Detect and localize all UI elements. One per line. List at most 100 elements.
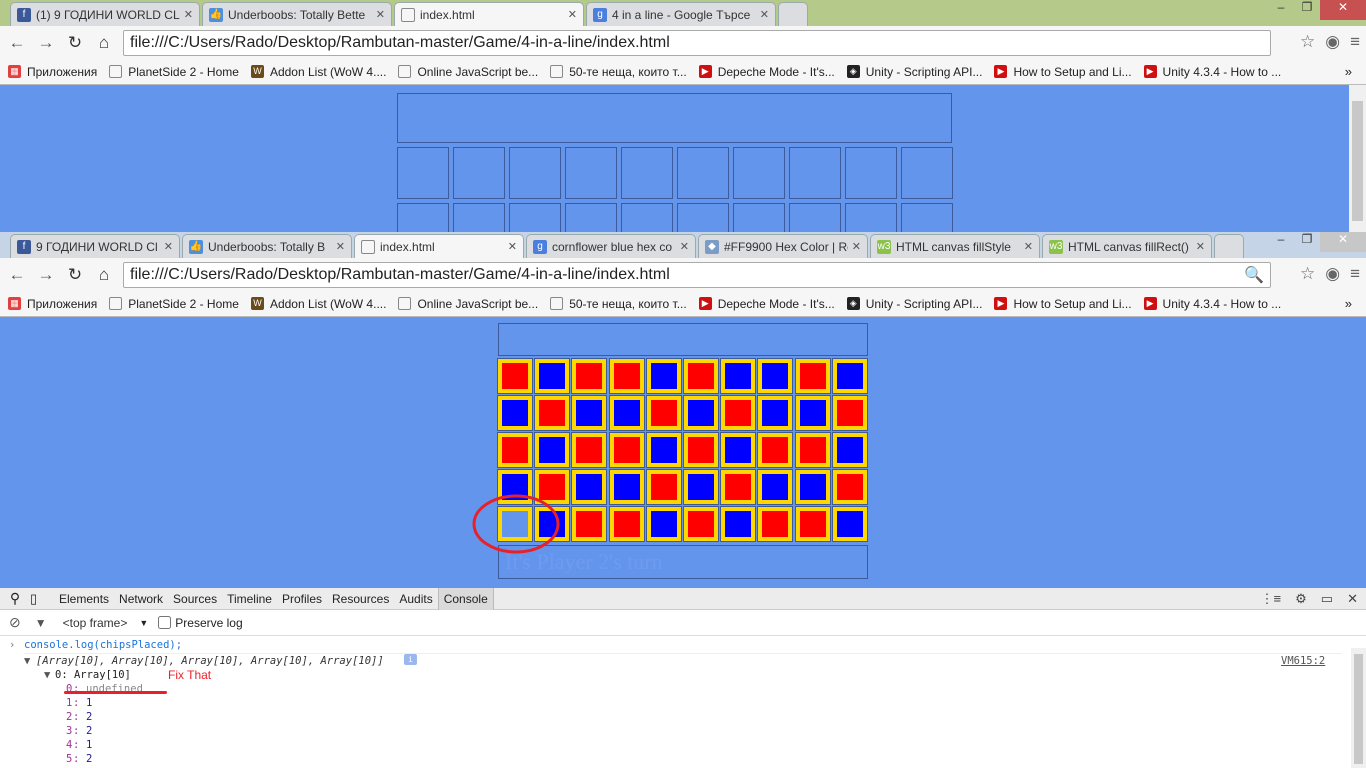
red-chip[interactable]	[572, 507, 607, 541]
board-cell[interactable]	[509, 147, 561, 199]
close-tab-icon[interactable]: ✕	[760, 8, 769, 21]
blue-chip[interactable]	[721, 433, 756, 467]
clear-console-icon[interactable]: ⊘	[9, 614, 21, 631]
home-icon[interactable]: ⌂	[92, 33, 116, 53]
close-tab-icon[interactable]: ✕	[568, 8, 577, 21]
blue-chip[interactable]	[832, 359, 867, 393]
board-cell[interactable]	[621, 147, 673, 199]
address-bar[interactable]: file:///C:/Users/Rado/Desktop/Rambutan-m…	[123, 30, 1271, 56]
board-cell[interactable]	[397, 147, 449, 199]
blue-chip[interactable]	[832, 507, 867, 541]
tab-google[interactable]: g 4 in a line - Google Търсе ✕	[586, 2, 776, 26]
info-icon[interactable]: i	[404, 654, 417, 665]
menu-icon[interactable]: ≡	[1350, 264, 1360, 284]
forward-icon[interactable]: →	[34, 265, 58, 285]
bookmark-item[interactable]: ▶ Unity 4.3.4 - How to ...	[1143, 65, 1281, 79]
blue-chip[interactable]	[721, 507, 756, 541]
close-tab-icon[interactable]: ✕	[1196, 240, 1205, 253]
bookmark-item[interactable]: ▶ Unity 4.3.4 - How to ...	[1143, 297, 1281, 311]
array-node[interactable]: 0: Array[10]	[55, 668, 131, 682]
close-window-button[interactable]: ✕	[1320, 232, 1366, 252]
extension-icon[interactable]: ◉	[1325, 32, 1340, 52]
close-tab-icon[interactable]: ✕	[376, 8, 385, 21]
board-cell[interactable]	[621, 203, 673, 232]
red-chip[interactable]	[498, 359, 532, 393]
board-cell[interactable]	[565, 203, 617, 232]
extension-icon[interactable]: ◉	[1325, 264, 1340, 284]
close-tab-icon[interactable]: ✕	[1024, 240, 1033, 253]
blue-chip[interactable]	[609, 396, 644, 430]
board-cell[interactable]	[901, 147, 953, 199]
red-chip[interactable]	[572, 359, 607, 393]
board-cell[interactable]	[509, 203, 561, 232]
frame-dropdown-icon[interactable]: ▼	[139, 618, 148, 628]
blue-chip[interactable]	[721, 359, 756, 393]
restore-button[interactable]: ❐	[1294, 232, 1320, 252]
red-chip[interactable]	[609, 433, 644, 467]
red-chip[interactable]	[758, 507, 793, 541]
bookmark-item[interactable]: ▶ How to Setup and Li...	[994, 65, 1132, 79]
blue-chip[interactable]	[535, 359, 570, 393]
red-chip[interactable]	[758, 433, 793, 467]
preserve-log-checkbox[interactable]	[158, 616, 172, 629]
back-icon[interactable]: ←	[5, 265, 29, 285]
tab-6[interactable]: w3 HTML canvas fillRect() ✕	[1042, 234, 1212, 258]
board-cell[interactable]	[789, 203, 841, 232]
devtools-tab-console[interactable]: Console	[437, 587, 494, 610]
bookmark-item[interactable]: ▶ Depeche Mode - It's...	[698, 297, 835, 311]
filter-icon[interactable]: ▼	[35, 616, 47, 630]
tab-5[interactable]: w3 HTML canvas fillStyle ✕	[870, 234, 1040, 258]
board-cell[interactable]	[453, 147, 505, 199]
red-chip[interactable]	[795, 359, 830, 393]
dock-icon[interactable]: ▭	[1321, 591, 1333, 607]
devtools-tab-network[interactable]: Network	[114, 592, 168, 606]
tab-facebook[interactable]: f (1) 9 ГОДИНИ WORLD CL ✕	[10, 2, 200, 26]
board-cell[interactable]	[677, 147, 729, 199]
bookmark-item[interactable]: 50-те неща, които т...	[550, 65, 687, 79]
red-chip[interactable]	[498, 433, 532, 467]
settings-gear-icon[interactable]: ⚙	[1295, 591, 1307, 607]
red-chip[interactable]	[684, 433, 718, 467]
console-result[interactable]: [Array[10], Array[10], Array[10], Array[…	[36, 654, 384, 668]
blue-chip[interactable]	[758, 396, 793, 430]
reload-icon[interactable]: ↻	[63, 33, 87, 53]
reload-icon[interactable]: ↻	[63, 265, 87, 285]
drawer-icon[interactable]: ⋮≡	[1261, 591, 1282, 607]
back-icon[interactable]: ←	[5, 33, 29, 53]
board-cell[interactable]	[733, 147, 785, 199]
bookmark-item[interactable]: ◈ Unity - Scripting API...	[846, 65, 982, 79]
board-cell[interactable]	[733, 203, 785, 232]
red-chip[interactable]	[721, 470, 756, 504]
bookmark-item[interactable]: ◈ Unity - Scripting API...	[846, 297, 982, 311]
blue-chip[interactable]	[498, 396, 532, 430]
blue-chip[interactable]	[684, 396, 718, 430]
red-chip[interactable]	[572, 433, 607, 467]
red-chip[interactable]	[795, 433, 830, 467]
bookmark-item[interactable]: ▦ Приложения	[8, 65, 97, 79]
blue-chip[interactable]	[795, 396, 830, 430]
new-tab-button[interactable]	[1214, 234, 1244, 258]
more-bookmarks-icon[interactable]: »	[1345, 64, 1352, 79]
tab-4[interactable]: ◆ #FF9900 Hex Color | Rc ✕	[698, 234, 868, 258]
board-cell[interactable]	[565, 147, 617, 199]
forward-icon[interactable]: →	[34, 33, 58, 53]
board-cell[interactable]	[845, 203, 897, 232]
close-tab-icon[interactable]: ✕	[852, 240, 861, 253]
tab-0[interactable]: f 9 ГОДИНИ WORLD Cl ✕	[10, 234, 180, 258]
bookmark-item[interactable]: ▦ Приложения	[8, 297, 97, 311]
close-window-button[interactable]: ✕	[1320, 0, 1366, 20]
red-chip[interactable]	[646, 396, 681, 430]
blue-chip[interactable]	[646, 507, 681, 541]
close-tab-icon[interactable]: ✕	[184, 8, 193, 21]
red-chip[interactable]	[721, 396, 756, 430]
blue-chip[interactable]	[646, 359, 681, 393]
board-cell[interactable]	[677, 203, 729, 232]
zoom-icon[interactable]: 🔍	[1244, 265, 1264, 285]
tab-index[interactable]: index.html ✕	[394, 2, 584, 26]
devtools-tab-resources[interactable]: Resources	[327, 592, 394, 606]
home-icon[interactable]: ⌂	[92, 265, 116, 285]
bookmark-item[interactable]: W Addon List (WoW 4....	[250, 297, 386, 311]
red-chip[interactable]	[832, 470, 867, 504]
red-chip[interactable]	[646, 470, 681, 504]
bookmark-item[interactable]: Online JavaScript be...	[398, 297, 538, 311]
